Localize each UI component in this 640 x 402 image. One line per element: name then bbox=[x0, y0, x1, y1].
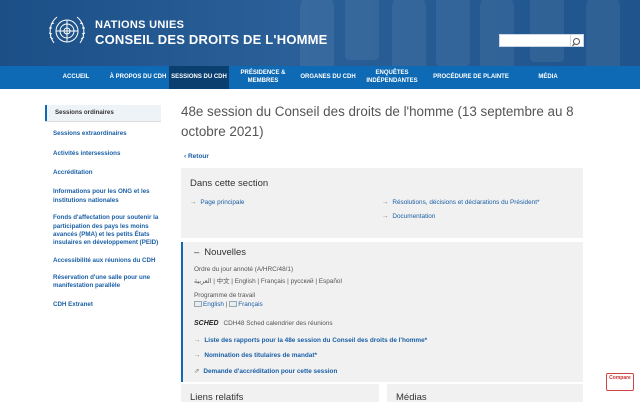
header-background-figure bbox=[436, 0, 470, 66]
lang-link-zh[interactable]: 中文 bbox=[217, 278, 230, 285]
arrow-right-icon: → bbox=[190, 199, 197, 206]
programme-language-links: English | Français bbox=[194, 301, 263, 308]
org-name-line2[interactable]: CONSEIL DES DROITS DE L'HOMME bbox=[95, 32, 328, 47]
news-title-label: Nouvelles bbox=[204, 247, 247, 258]
sidebar-item-accessibilite[interactable]: Accessibilité aux réunions du CDH bbox=[45, 254, 161, 268]
section-panel-title: Dans cette section bbox=[190, 178, 269, 189]
media-panel-title: Médias bbox=[396, 392, 427, 402]
sidebar-item-activites-intersessions[interactable]: Activités intersessions bbox=[45, 147, 161, 161]
lang-link-ar[interactable]: العربية bbox=[194, 278, 211, 285]
sidebar-item-cdh-extranet[interactable]: CDH Extranet bbox=[45, 298, 161, 312]
sidebar-divider bbox=[45, 121, 161, 123]
programme-label: Programme de travail bbox=[194, 292, 256, 299]
search-input[interactable] bbox=[499, 34, 571, 47]
nav-item-presidence[interactable]: PRÉSIDENCE & MEMBRES bbox=[229, 66, 297, 89]
compare-badge[interactable]: Compare bbox=[606, 373, 634, 391]
external-link-icon: ⇗ bbox=[194, 368, 200, 375]
org-name-line1: NATIONS UNIES bbox=[95, 19, 185, 31]
news-link-rapports[interactable]: → Liste des rapports pour la 48e session … bbox=[194, 337, 427, 344]
sidebar-item-reservation-salle[interactable]: Réservation d'une salle pour une manifes… bbox=[45, 271, 161, 294]
nav-item-enquetes[interactable]: ENQUÊTES INDÉPENDANTES bbox=[359, 66, 425, 89]
nav-item-accueil[interactable]: ACCUEIL bbox=[45, 66, 107, 89]
news-panel: – Nouvelles Ordre du jour annoté (A/HRC/4… bbox=[181, 242, 583, 382]
nav-item-media[interactable]: MÉDIA bbox=[517, 66, 579, 89]
compare-badge-label: Compare bbox=[609, 375, 631, 381]
agenda-language-links: العربية | 中文 | English | Français | русс… bbox=[194, 278, 342, 285]
header-background-figure bbox=[530, 0, 564, 62]
lang-link-en[interactable]: English bbox=[235, 278, 256, 285]
lang-link-fr[interactable]: Français bbox=[261, 278, 286, 285]
chevron-left-icon: ‹ bbox=[184, 153, 187, 160]
news-link-label: Liste des rapports pour la 48e session d… bbox=[204, 337, 428, 344]
section-link-label: Résolutions, décisions et déclarations d… bbox=[392, 199, 540, 206]
sidebar-item-fonds-affectation[interactable]: Fonds d'affectation pour soutenir la par… bbox=[45, 211, 161, 250]
section-link-documentation[interactable]: → Documentation bbox=[382, 213, 435, 220]
news-panel-title[interactable]: – Nouvelles bbox=[194, 247, 246, 258]
header-background-figure bbox=[586, 0, 620, 66]
sidebar-item-sessions-ordinaires[interactable]: Sessions ordinaires bbox=[45, 105, 161, 122]
section-link-label: Documentation bbox=[392, 213, 436, 220]
programme-link-fr[interactable]: Français bbox=[238, 301, 263, 308]
arrow-right-icon: → bbox=[194, 337, 201, 344]
header-background-figure bbox=[392, 0, 426, 66]
section-link-label: Page principale bbox=[200, 199, 245, 206]
sidebar: Sessions ordinaires Sessions extraordina… bbox=[45, 105, 161, 312]
header-background-figure bbox=[480, 0, 514, 66]
sched-logo: SCHED bbox=[194, 320, 219, 327]
nav-item-procedure[interactable]: PROCÉDURE DE PLAINTE bbox=[425, 66, 517, 89]
arrow-right-icon: → bbox=[194, 352, 201, 359]
lang-link-es[interactable]: Español bbox=[319, 278, 342, 285]
arrow-right-icon: → bbox=[382, 199, 389, 206]
news-link-label: Nomination des titulaires de mandat* bbox=[204, 352, 317, 359]
media-panel: Médias bbox=[387, 384, 583, 402]
section-link-resolutions[interactable]: → Résolutions, décisions et déclarations … bbox=[382, 199, 539, 206]
back-link-label: Retour bbox=[187, 153, 209, 160]
sched-link-label: CDH48 Sched calendrier des réunions bbox=[223, 320, 333, 327]
collapse-icon: – bbox=[194, 247, 200, 258]
related-links-panel: Liens relatifs bbox=[181, 384, 379, 402]
related-links-title: Liens relatifs bbox=[190, 392, 244, 402]
section-link-page-principale[interactable]: → Page principale bbox=[190, 199, 244, 206]
news-link-label: Demande d'accréditation pour cette sessi… bbox=[203, 368, 338, 375]
sidebar-item-accreditation[interactable]: Accréditation bbox=[45, 166, 161, 180]
document-icon bbox=[194, 301, 202, 308]
lang-link-ru[interactable]: русский bbox=[291, 278, 314, 285]
site-header: NATIONS UNIES CONSEIL DES DROITS DE L'HO… bbox=[0, 0, 640, 66]
programme-link-en[interactable]: English bbox=[203, 301, 224, 308]
nav-item-sessions[interactable]: SESSIONS DU CDH bbox=[169, 66, 229, 89]
arrow-right-icon: → bbox=[382, 213, 389, 220]
agenda-label: Ordre du jour annoté (A/HRC/48/1) bbox=[194, 266, 294, 273]
news-link-accreditation[interactable]: ⇗ Demande d'accréditation pour cette sess… bbox=[194, 367, 337, 375]
sidebar-item-informations-ong[interactable]: Informations pour les ONG et les institu… bbox=[45, 185, 161, 208]
nav-item-organes[interactable]: ORGANES DU CDH bbox=[297, 66, 359, 89]
sched-calendar-link[interactable]: SCHED CDH48 Sched calendrier des réunion… bbox=[194, 320, 333, 327]
news-link-nomination[interactable]: → Nomination des titulaires de mandat* bbox=[194, 352, 317, 359]
nav-item-a-propos[interactable]: À PROPOS DU CDH bbox=[107, 66, 169, 89]
sidebar-item-sessions-extraordinaires[interactable]: Sessions extraordinaires bbox=[45, 127, 161, 141]
back-link[interactable]: ‹ Retour bbox=[184, 153, 209, 160]
un-emblem-icon[interactable] bbox=[45, 13, 89, 53]
search-button[interactable] bbox=[570, 34, 584, 47]
header-background-figure bbox=[345, 0, 379, 60]
main-navigation: ACCUEIL À PROPOS DU CDH SESSIONS DU CDH … bbox=[0, 66, 640, 89]
search-icon bbox=[572, 38, 580, 47]
in-this-section-panel: Dans cette section → Page principale → Rés… bbox=[181, 168, 583, 238]
document-icon bbox=[229, 301, 238, 308]
page-title: 48e session du Conseil des droits de l'h… bbox=[181, 104, 574, 140]
